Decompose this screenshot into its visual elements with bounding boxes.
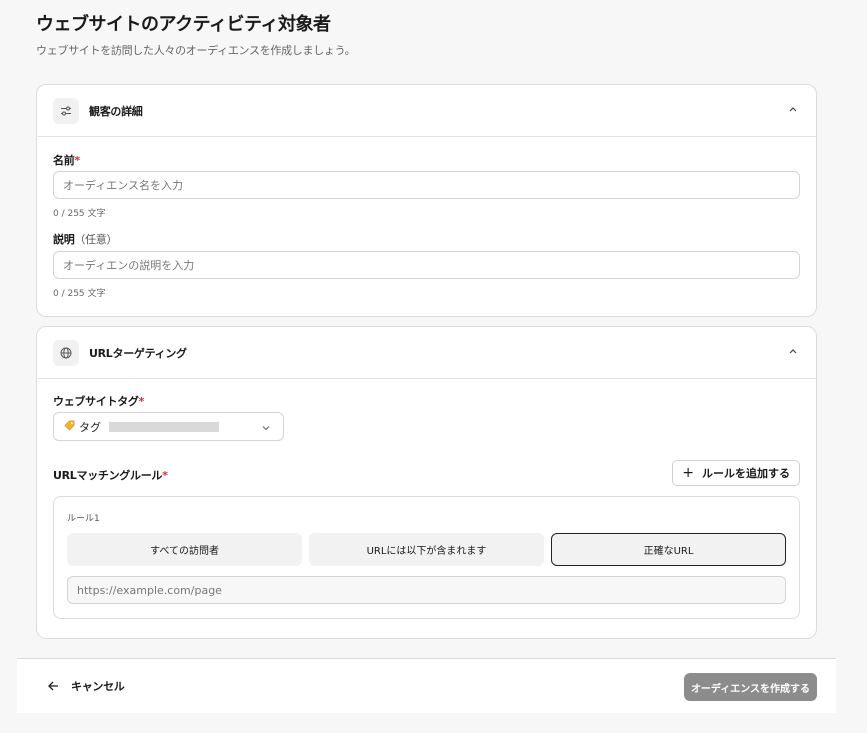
chevron-up-icon[interactable] [788, 346, 798, 356]
rule-card: ルール1 すべての訪問者 URLには以下が含まれます 正確なURL [53, 496, 800, 619]
redacted-tag-id [109, 421, 219, 432]
audience-details-card: 観客の詳細 名前* 0 / 255 文字 説明（任意） 0 / 255 文字 [36, 84, 817, 317]
website-tag-label: ウェブサイトタグ* [53, 395, 145, 408]
create-audience-button[interactable]: オーディエンスを作成する [684, 673, 817, 701]
page-title: ウェブサイトのアクティビティ対象者 [36, 14, 331, 35]
selected-tag-label: タグ [79, 420, 101, 434]
cancel-button[interactable]: キャンセル [47, 678, 125, 694]
website-tag-select[interactable]: タグ [53, 412, 284, 441]
add-rule-button[interactable]: + ルールを追加する [672, 460, 800, 486]
globe-icon [53, 339, 79, 366]
url-targeting-card: URLターゲティング ウェブサイトタグ* タグ URLマッチングルール* + ル… [36, 326, 817, 639]
url-targeting-title: URLターゲティング [89, 346, 187, 360]
match-option-exact-url[interactable]: 正確なURL [551, 533, 786, 566]
sliders-icon [53, 97, 79, 124]
plus-icon: + [682, 465, 694, 481]
chevron-up-icon[interactable] [788, 104, 798, 114]
name-label: 名前* [53, 154, 80, 167]
url-targeting-header[interactable]: URLターゲティング [37, 327, 816, 379]
audience-details-header[interactable]: 観客の詳細 [37, 85, 816, 137]
required-marker: * [74, 154, 80, 167]
cancel-label: キャンセル [71, 680, 125, 693]
match-option-all-visitors[interactable]: すべての訪問者 [67, 533, 302, 566]
page: ウェブサイトのアクティビティ対象者 ウェブサイトを訪問した人々のオーディエンスを… [0, 0, 867, 733]
description-label: 説明（任意） [53, 233, 118, 246]
optional-marker: （任意） [74, 233, 118, 246]
name-char-counter: 0 / 255 文字 [53, 209, 106, 219]
tag-icon [64, 420, 75, 434]
arrow-left-icon [48, 681, 58, 691]
rule-url-input[interactable] [67, 576, 786, 604]
required-marker: * [162, 469, 168, 482]
match-option-url-contains[interactable]: URLには以下が含まれます [309, 533, 544, 566]
page-subtitle: ウェブサイトを訪問した人々のオーディエンスを作成しましょう。 [36, 44, 356, 57]
url-matching-rules-label: URLマッチングルール* [53, 469, 168, 482]
audience-details-title: 観客の詳細 [89, 104, 143, 118]
chevron-down-icon [262, 426, 270, 431]
audience-name-input[interactable] [53, 171, 800, 199]
audience-description-input[interactable] [53, 251, 800, 279]
footer-bar: キャンセル オーディエンスを作成する [17, 658, 836, 713]
required-marker: * [138, 395, 145, 408]
description-char-counter: 0 / 255 文字 [53, 289, 106, 299]
rule-title: ルール1 [67, 514, 100, 524]
